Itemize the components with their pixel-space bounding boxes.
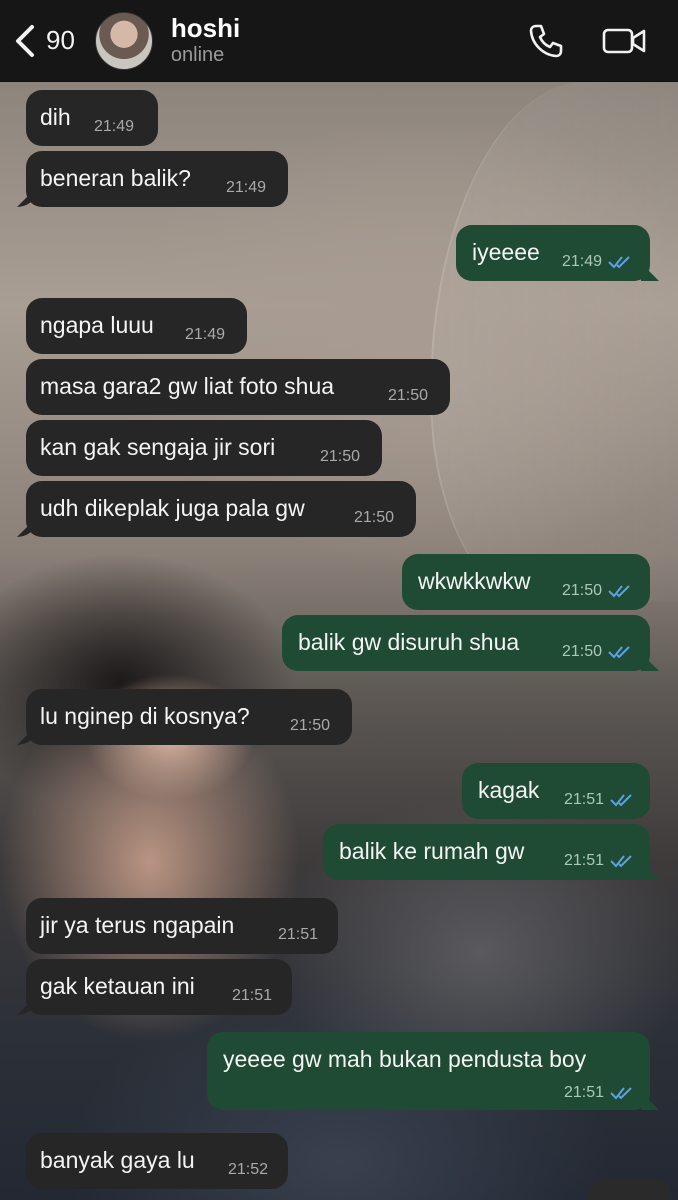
message-meta: 21:50 [562, 643, 632, 661]
message-text: iyeeee [472, 239, 540, 265]
contact-info[interactable]: hoshi online [170, 13, 241, 67]
message-text: masa gara2 gw liat foto shua [40, 373, 335, 399]
phone-icon[interactable] [528, 23, 564, 59]
double-check-icon [608, 256, 630, 269]
message-bubble-outgoing[interactable]: balik ke rumah gw 21:51 [323, 824, 650, 880]
double-check-icon [610, 794, 632, 807]
message-text: wkwkkwkw [418, 568, 531, 594]
message-time: 21:50 [320, 448, 361, 465]
message-text: dih [40, 104, 71, 130]
message-text: kan gak sengaja jir sori [40, 434, 276, 460]
message-text: ngapa luuu [40, 312, 154, 338]
double-check-icon [608, 646, 630, 659]
message-text: kagak [478, 777, 540, 803]
scroll-to-bottom-button[interactable] [590, 1180, 670, 1200]
contact-name: hoshi [170, 13, 241, 44]
message-text: balik gw disuruh shua [298, 629, 520, 655]
message-bubble-incoming[interactable]: lu nginep di kosnya? 21:50 [26, 689, 352, 745]
message-meta: 21:51 [564, 1084, 634, 1102]
message-text: gak ketauan ini [40, 973, 195, 999]
message-time: 21:49 [94, 118, 135, 135]
back-button[interactable]: 90 [14, 24, 75, 58]
header-actions [528, 23, 646, 59]
message-time: 21:51 [564, 1084, 605, 1101]
video-camera-icon[interactable] [602, 26, 646, 56]
chevron-left-icon [16, 24, 34, 57]
message-meta: 21:49 [562, 253, 632, 271]
double-check-icon [610, 1087, 632, 1100]
message-bubble-incoming[interactable]: beneran balik? 21:49 [26, 151, 288, 207]
message-time: 21:50 [562, 643, 603, 660]
message-meta: 21:51 [564, 791, 634, 809]
message-text: lu nginep di kosnya? [40, 703, 250, 729]
unread-count: 90 [46, 25, 75, 55]
message-time: 21:50 [388, 387, 429, 404]
message-text: beneran balik? [40, 165, 191, 191]
message-list[interactable]: dih 21:49 beneran balik? 21:49 iyeeee 21… [0, 82, 678, 1200]
double-check-icon [610, 855, 632, 868]
message-time: 21:49 [226, 179, 267, 196]
avatar[interactable] [94, 11, 153, 70]
message-bubble-outgoing[interactable]: kagak 21:51 [462, 763, 650, 819]
message-bubble-incoming[interactable]: banyak gaya lu 21:52 [26, 1133, 288, 1189]
message-time: 21:50 [354, 509, 395, 526]
message-time: 21:51 [564, 852, 605, 869]
message-bubble-incoming[interactable]: masa gara2 gw liat foto shua 21:50 [26, 359, 450, 415]
message-time: 21:52 [228, 1161, 269, 1178]
chat-header: 90 hoshi online [0, 0, 678, 82]
message-bubble-incoming[interactable]: kan gak sengaja jir sori 21:50 [26, 420, 382, 476]
message-time: 21:49 [185, 326, 226, 343]
message-meta: 21:50 [562, 582, 632, 600]
message-bubble-outgoing[interactable]: wkwkkwkw 21:50 [402, 554, 650, 610]
message-bubble-incoming[interactable]: jir ya terus ngapain 21:51 [26, 898, 338, 954]
message-bubble-outgoing[interactable]: yeeee gw mah bukan pendusta boy 21:51 [207, 1032, 650, 1110]
message-time: 21:51 [278, 926, 319, 943]
message-bubble-outgoing[interactable]: balik gw disuruh shua 21:50 [282, 615, 650, 671]
message-bubble-incoming[interactable]: dih 21:49 [26, 90, 158, 146]
message-bubble-outgoing[interactable]: iyeeee 21:49 [456, 225, 650, 281]
message-text: yeeee gw mah bukan pendusta boy [223, 1046, 587, 1072]
message-text: jir ya terus ngapain [40, 912, 235, 938]
double-check-icon [608, 585, 630, 598]
contact-status: online [170, 43, 225, 66]
message-bubble-incoming[interactable]: gak ketauan ini 21:51 [26, 959, 292, 1015]
message-bubble-incoming[interactable]: udh dikeplak juga pala gw 21:50 [26, 481, 416, 537]
message-text: banyak gaya lu [40, 1147, 195, 1173]
message-text: balik ke rumah gw [339, 838, 525, 864]
message-time: 21:50 [562, 582, 603, 599]
message-time: 21:51 [232, 987, 273, 1004]
message-time: 21:49 [562, 253, 603, 270]
message-time: 21:50 [290, 717, 331, 734]
message-bubble-incoming[interactable]: ngapa luuu 21:49 [26, 298, 247, 354]
message-text: udh dikeplak juga pala gw [40, 495, 305, 521]
message-time: 21:51 [564, 791, 605, 808]
message-meta: 21:51 [564, 852, 634, 870]
